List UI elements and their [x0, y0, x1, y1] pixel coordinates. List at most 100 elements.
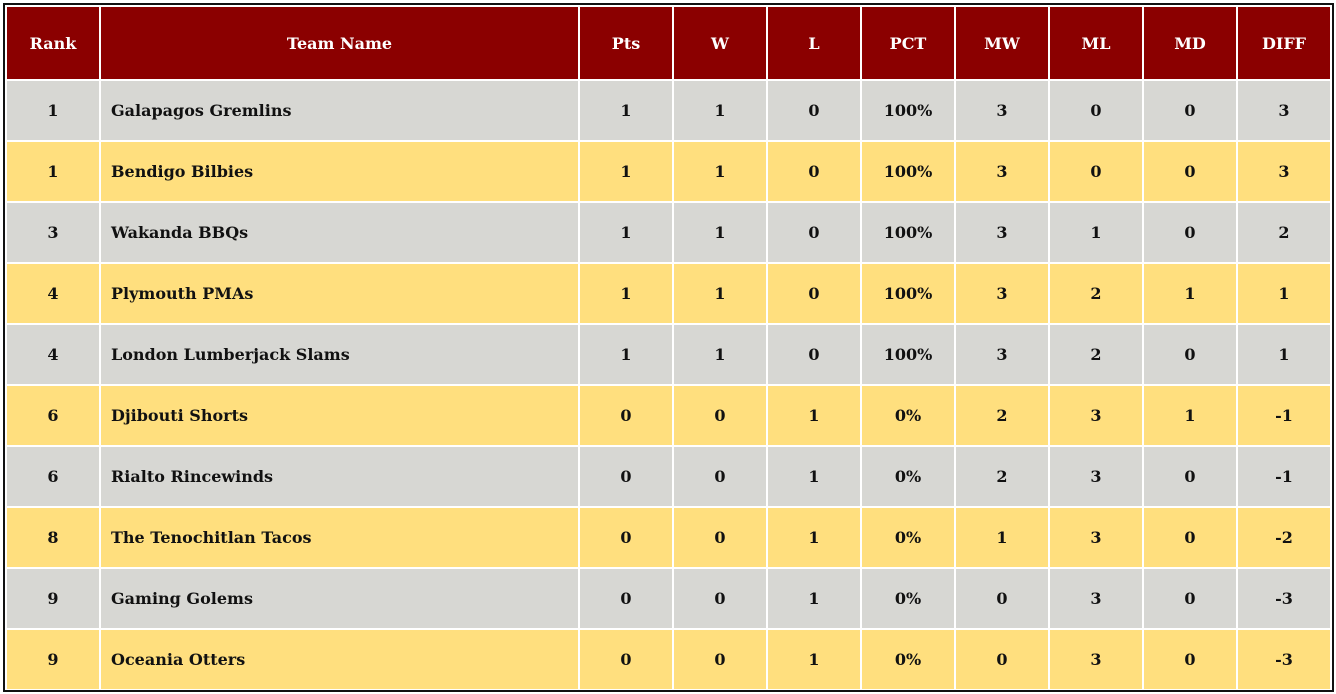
- cell-pct: 0%: [862, 630, 954, 689]
- cell-team-name: Rialto Rincewinds: [101, 447, 578, 506]
- cell-diff: -1: [1238, 386, 1330, 445]
- table-row: 6 Djibouti Shorts 0 0 1 0% 2 3 1 -1: [7, 386, 1330, 445]
- cell-l: 0: [768, 203, 860, 262]
- cell-md: 0: [1144, 447, 1236, 506]
- cell-l: 1: [768, 630, 860, 689]
- cell-pts: 0: [580, 386, 672, 445]
- table-row: 8 The Tenochitlan Tacos 0 0 1 0% 1 3 0 -2: [7, 508, 1330, 567]
- cell-w: 0: [674, 508, 766, 567]
- cell-md: 0: [1144, 508, 1236, 567]
- cell-pts: 1: [580, 264, 672, 323]
- table-header: Rank Team Name Pts W L PCT MW ML MD DIFF: [7, 7, 1330, 79]
- cell-w: 0: [674, 447, 766, 506]
- cell-pts: 0: [580, 630, 672, 689]
- cell-md: 0: [1144, 569, 1236, 628]
- cell-mw: 2: [956, 386, 1048, 445]
- cell-mw: 1: [956, 508, 1048, 567]
- cell-pct: 0%: [862, 386, 954, 445]
- table-row: 1 Galapagos Gremlins 1 1 0 100% 3 0 0 3: [7, 81, 1330, 140]
- header-w[interactable]: W: [674, 7, 766, 79]
- cell-l: 1: [768, 447, 860, 506]
- cell-pts: 0: [580, 508, 672, 567]
- cell-md: 0: [1144, 630, 1236, 689]
- cell-rank: 4: [7, 325, 99, 384]
- cell-pct: 100%: [862, 325, 954, 384]
- cell-ml: 3: [1050, 386, 1142, 445]
- cell-pct: 0%: [862, 569, 954, 628]
- table-row: 3 Wakanda BBQs 1 1 0 100% 3 1 0 2: [7, 203, 1330, 262]
- cell-ml: 3: [1050, 508, 1142, 567]
- cell-ml: 3: [1050, 569, 1142, 628]
- cell-pts: 1: [580, 142, 672, 201]
- cell-mw: 0: [956, 630, 1048, 689]
- cell-w: 1: [674, 142, 766, 201]
- cell-diff: 2: [1238, 203, 1330, 262]
- cell-diff: 3: [1238, 142, 1330, 201]
- cell-diff: 1: [1238, 264, 1330, 323]
- header-mw[interactable]: MW: [956, 7, 1048, 79]
- cell-team-name: Wakanda BBQs: [101, 203, 578, 262]
- header-rank[interactable]: Rank: [7, 7, 99, 79]
- cell-rank: 9: [7, 630, 99, 689]
- cell-team-name: Plymouth PMAs: [101, 264, 578, 323]
- cell-md: 0: [1144, 81, 1236, 140]
- cell-diff: -1: [1238, 447, 1330, 506]
- cell-l: 0: [768, 81, 860, 140]
- cell-w: 1: [674, 81, 766, 140]
- table-row: 9 Oceania Otters 0 0 1 0% 0 3 0 -3: [7, 630, 1330, 689]
- table-row: 4 Plymouth PMAs 1 1 0 100% 3 2 1 1: [7, 264, 1330, 323]
- cell-w: 0: [674, 630, 766, 689]
- cell-pct: 0%: [862, 447, 954, 506]
- cell-pct: 100%: [862, 203, 954, 262]
- cell-l: 0: [768, 264, 860, 323]
- table-row: 1 Bendigo Bilbies 1 1 0 100% 3 0 0 3: [7, 142, 1330, 201]
- cell-rank: 6: [7, 447, 99, 506]
- cell-diff: -2: [1238, 508, 1330, 567]
- standings-table: Rank Team Name Pts W L PCT MW ML MD DIFF…: [5, 5, 1332, 691]
- cell-team-name: The Tenochitlan Tacos: [101, 508, 578, 567]
- cell-pts: 0: [580, 447, 672, 506]
- table-row: 4 London Lumberjack Slams 1 1 0 100% 3 2 0 1: [7, 325, 1330, 384]
- cell-l: 0: [768, 142, 860, 201]
- cell-rank: 1: [7, 81, 99, 140]
- header-team-name[interactable]: Team Name: [101, 7, 578, 79]
- cell-ml: 3: [1050, 447, 1142, 506]
- cell-pts: 1: [580, 81, 672, 140]
- header-l[interactable]: L: [768, 7, 860, 79]
- cell-rank: 9: [7, 569, 99, 628]
- cell-mw: 2: [956, 447, 1048, 506]
- cell-md: 0: [1144, 203, 1236, 262]
- cell-diff: 1: [1238, 325, 1330, 384]
- cell-diff: 3: [1238, 81, 1330, 140]
- cell-l: 1: [768, 508, 860, 567]
- cell-rank: 6: [7, 386, 99, 445]
- header-pts[interactable]: Pts: [580, 7, 672, 79]
- cell-pts: 0: [580, 569, 672, 628]
- cell-team-name: Djibouti Shorts: [101, 386, 578, 445]
- cell-w: 1: [674, 325, 766, 384]
- header-row: Rank Team Name Pts W L PCT MW ML MD DIFF: [7, 7, 1330, 79]
- cell-rank: 3: [7, 203, 99, 262]
- cell-pct: 0%: [862, 508, 954, 567]
- cell-mw: 3: [956, 203, 1048, 262]
- cell-ml: 3: [1050, 630, 1142, 689]
- header-md[interactable]: MD: [1144, 7, 1236, 79]
- cell-ml: 1: [1050, 203, 1142, 262]
- table-row: 9 Gaming Golems 0 0 1 0% 0 3 0 -3: [7, 569, 1330, 628]
- cell-ml: 0: [1050, 142, 1142, 201]
- table-body: 1 Galapagos Gremlins 1 1 0 100% 3 0 0 3 1 Bendigo B…: [7, 81, 1330, 689]
- cell-w: 1: [674, 264, 766, 323]
- cell-mw: 3: [956, 264, 1048, 323]
- header-diff[interactable]: DIFF: [1238, 7, 1330, 79]
- cell-team-name: Bendigo Bilbies: [101, 142, 578, 201]
- cell-pts: 1: [580, 203, 672, 262]
- cell-rank: 4: [7, 264, 99, 323]
- header-pct[interactable]: PCT: [862, 7, 954, 79]
- cell-md: 0: [1144, 142, 1236, 201]
- standings-frame: Rank Team Name Pts W L PCT MW ML MD DIFF…: [3, 3, 1334, 692]
- header-ml[interactable]: ML: [1050, 7, 1142, 79]
- cell-mw: 3: [956, 81, 1048, 140]
- cell-md: 1: [1144, 386, 1236, 445]
- cell-l: 1: [768, 386, 860, 445]
- cell-pct: 100%: [862, 142, 954, 201]
